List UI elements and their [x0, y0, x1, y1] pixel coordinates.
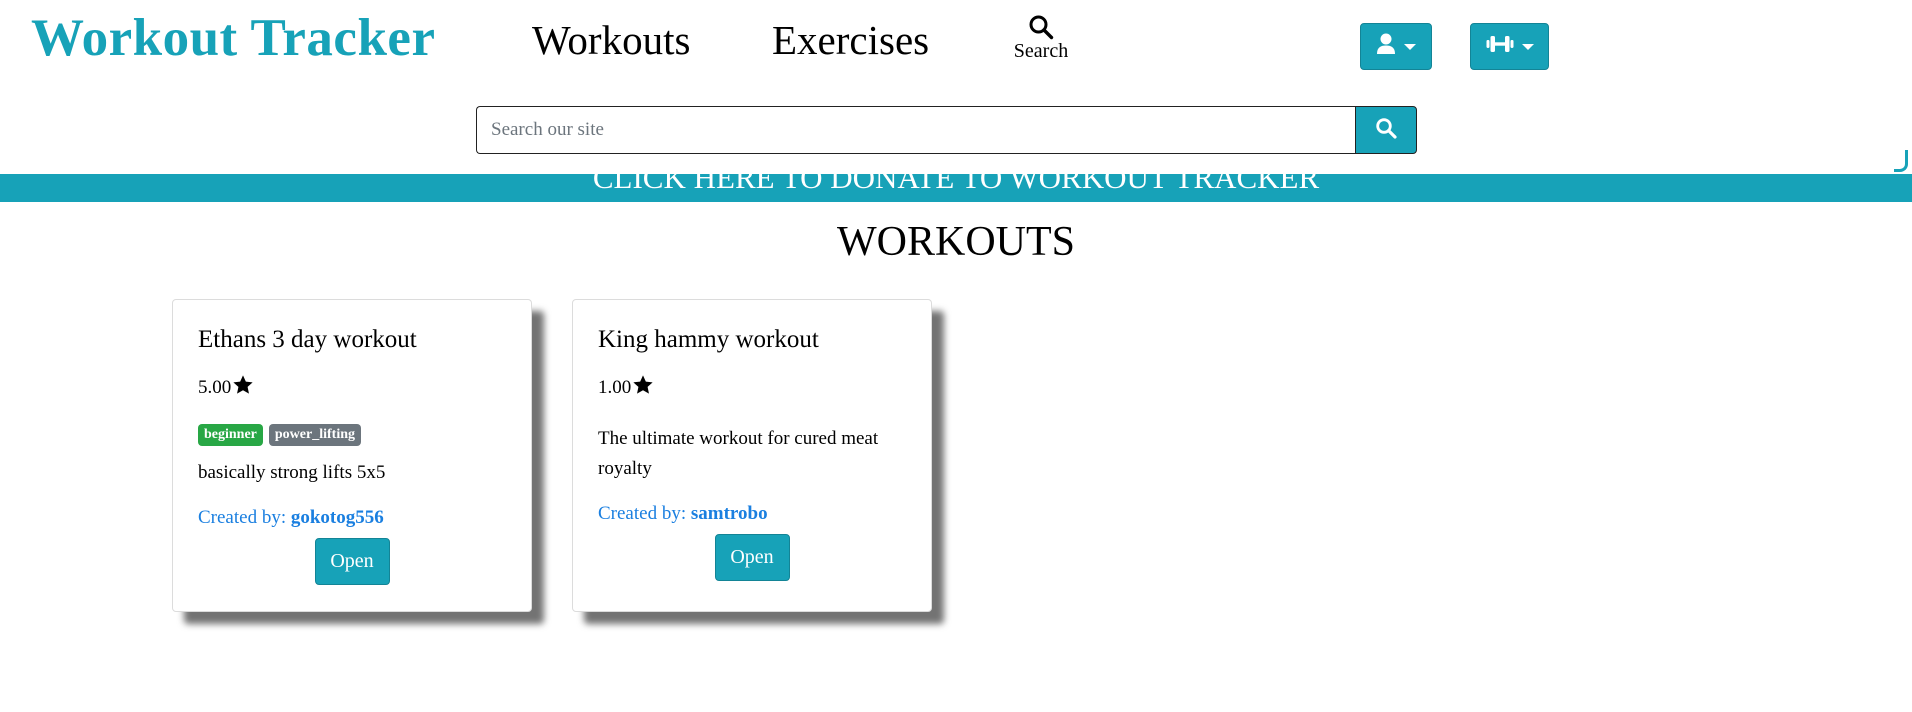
workout-card: King hammy workout 1.00 The ultimate wor…	[572, 299, 932, 612]
caret-down-icon	[1404, 43, 1416, 50]
workout-tags: beginner power_lifting	[198, 424, 506, 446]
workout-author: Created by: samtrobo	[598, 502, 906, 526]
search-submit-button[interactable]	[1355, 106, 1417, 154]
workout-title: Ethans 3 day workout	[198, 326, 417, 353]
rating-value: 1.00	[598, 377, 632, 398]
caret-down-icon	[1521, 43, 1534, 50]
author-link[interactable]: samtrobo	[691, 503, 768, 524]
nav-search-label: Search	[1013, 40, 1069, 62]
donate-banner[interactable]: CLICK HERE TO DONATE TO WORKOUT TRACKER	[0, 174, 1912, 202]
workout-title: King hammy workout	[598, 326, 819, 353]
tag-power-lifting[interactable]: power_lifting	[268, 424, 361, 446]
star-icon	[631, 374, 654, 402]
search-input[interactable]	[476, 106, 1355, 154]
donate-banner-text: CLICK HERE TO DONATE TO WORKOUT TRACKER	[592, 174, 1320, 195]
created-by-label: Created by:	[598, 503, 687, 524]
nav-workouts[interactable]: Workouts	[532, 16, 690, 64]
star-icon	[231, 374, 254, 402]
created-by-label: Created by:	[198, 507, 287, 528]
site-search-form	[476, 106, 1417, 154]
workout-rating: 1.00	[598, 374, 906, 402]
workout-description: The ultimate workout for cured meat roya…	[598, 428, 879, 479]
dumbbell-icon	[1486, 34, 1514, 59]
workout-rating: 5.00	[198, 374, 506, 402]
workout-author: Created by: gokotog556	[198, 506, 506, 530]
search-icon	[1375, 117, 1397, 144]
author-link[interactable]: gokotog556	[291, 507, 384, 528]
open-workout-button[interactable]: Open	[714, 534, 790, 581]
search-icon	[1008, 14, 1074, 40]
page-title: WORKOUTS	[837, 219, 1075, 265]
header-corner	[1894, 150, 1908, 172]
workout-menu-button[interactable]	[1470, 23, 1549, 70]
tag-beginner[interactable]: beginner	[198, 424, 263, 446]
open-workout-button[interactable]: Open	[314, 538, 390, 585]
nav-exercises[interactable]: Exercises	[772, 16, 929, 64]
nav-search[interactable]: Search	[1008, 14, 1074, 63]
rating-value: 5.00	[198, 377, 232, 398]
workout-description: basically strong lifts 5x5	[198, 462, 386, 483]
user-icon	[1376, 33, 1396, 60]
workout-card: Ethans 3 day workout 5.00 beginner power…	[172, 299, 532, 612]
user-menu-button[interactable]	[1360, 23, 1432, 70]
brand-logo[interactable]: Workout Tracker	[31, 8, 435, 68]
